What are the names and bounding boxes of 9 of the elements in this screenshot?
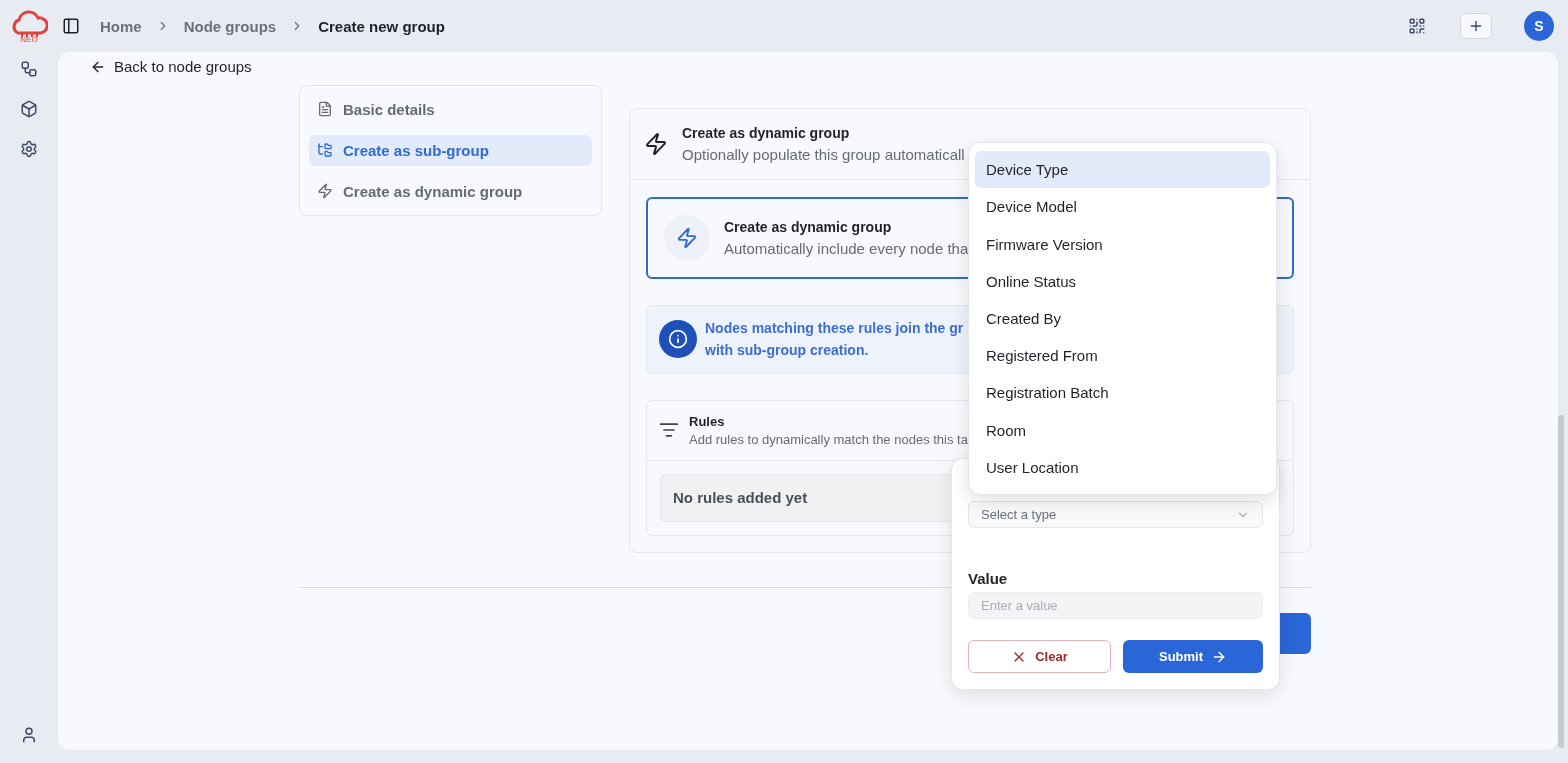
info-text: Nodes matching these rules join the gr with sub-group creation. xyxy=(705,319,964,360)
section-subtitle: Optionally populate this group automaticall xyxy=(682,145,965,163)
logo-caption: NEO xyxy=(20,35,38,44)
rules-subtitle: Add rules to dynamically match the nodes this ta xyxy=(689,431,968,447)
section-title: Create as dynamic group xyxy=(682,124,851,141)
rules-title: Rules xyxy=(689,413,726,429)
value-label: Value xyxy=(968,570,1009,588)
option-title: Create as dynamic group xyxy=(724,218,893,235)
option-subtitle: Automatically include every node tha xyxy=(724,239,969,257)
